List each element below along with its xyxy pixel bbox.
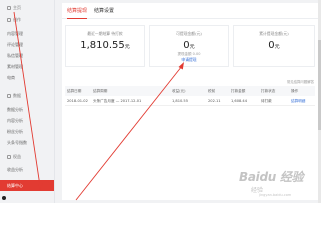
sidebar-item-13[interactable]: 收益分析	[0, 164, 54, 175]
card-value: 1,810.55元	[80, 40, 130, 51]
section-icon	[7, 6, 11, 10]
sidebar-item-11[interactable]: 头条号指数	[0, 137, 54, 148]
card-label: 可提现金额(元)	[176, 31, 202, 36]
sidebar-item-14[interactable]: 结算中心	[0, 180, 54, 191]
tab-settlement-withdraw[interactable]: 结算提现	[67, 3, 88, 19]
sidebar-item-label: 数据分析	[7, 107, 23, 112]
settlement-detail-link[interactable]: 结算明细	[291, 96, 305, 106]
sidebar-item-3[interactable]: 评论管理	[0, 39, 54, 50]
section-icon	[7, 94, 11, 98]
sidebar-item-label: 粉丝分析	[7, 129, 23, 134]
card-value: 0元	[183, 40, 195, 51]
cell-tax: 202.11	[208, 99, 221, 103]
corner-dot	[2, 196, 6, 200]
card-total-withdrawn: 累计提现金额(元) 0元	[233, 25, 315, 67]
sidebar-item-label: 头条号指数	[7, 140, 27, 145]
sidebar-item-5[interactable]: 素材管理	[0, 61, 54, 72]
sidebar-item-label: 数据	[13, 93, 21, 98]
sidebar-item-0[interactable]: 主页	[0, 2, 54, 13]
col-payout: 打款金额	[231, 89, 246, 93]
sidebar-item-6[interactable]: 电商	[0, 72, 54, 83]
sidebar-item-1[interactable]: 创作	[0, 14, 54, 25]
card-value: 0元	[268, 40, 280, 51]
table-row: 2018-01-02 头条广告月度 — 2017-12-01 1,810.55 …	[65, 96, 315, 106]
sidebar-item-label: 内容分析	[7, 118, 23, 123]
sidebar-item-label: 收益分析	[7, 167, 23, 172]
sidebar-item-label: 主页	[13, 5, 21, 10]
sidebar-item-label: 私信管理	[7, 53, 23, 58]
app-window: 主页创作内容管理评论管理私信管理素材管理电商数据数据分析内容分析粉丝分析头条号指…	[0, 0, 321, 203]
sidebar-item-4[interactable]: 私信管理	[0, 50, 54, 61]
settlement-table: 结算日期 结算周期 收益(元) 税前 打款金额 打款状态 操作 2018-01-…	[65, 86, 315, 106]
tab-bar: 结算提现 结算设置	[62, 3, 318, 19]
card-latest-settlement: 最近一期结算 待打款 1,810.55元	[65, 25, 145, 67]
sidebar-item-label: 素材管理	[7, 64, 23, 69]
col-date: 结算日期	[67, 89, 82, 93]
card-label: 最近一期结算 待打款	[87, 31, 123, 36]
sidebar-item-2[interactable]: 内容管理	[0, 28, 54, 39]
sidebar-item-label: 创作	[13, 17, 21, 22]
apply-withdraw-link[interactable]: 申请提现	[150, 57, 228, 63]
main-panel: 结算提现 结算设置 最近一期结算 待打款 1,810.55元 可提现金额(元) …	[62, 3, 318, 200]
col-tax: 税前	[208, 89, 216, 93]
cell-period: 头条广告月度 — 2017-12-01	[93, 99, 142, 103]
sidebar-item-label: 评论管理	[7, 42, 23, 47]
sidebar-item-label: 电商	[7, 75, 15, 80]
sidebar-item-8[interactable]: 数据分析	[0, 104, 54, 115]
card-label: 累计提现金额(元)	[259, 31, 289, 36]
col-income: 收益(元)	[172, 89, 186, 93]
faq-link[interactable]: 常见结算问题解答	[287, 79, 314, 84]
sidebar-item-label: 内容管理	[7, 31, 23, 36]
sidebar: 主页创作内容管理评论管理私信管理素材管理电商数据数据分析内容分析粉丝分析头条号指…	[0, 0, 55, 203]
section-icon	[7, 18, 11, 22]
cell-date: 2018-01-02	[67, 99, 88, 103]
col-status: 打款状态	[261, 89, 276, 93]
section-icon	[7, 155, 11, 159]
cell-status: 待打款	[261, 99, 272, 103]
sidebar-item-label: 权益	[13, 154, 21, 159]
col-period: 结算周期	[93, 89, 108, 93]
cell-income: 1,810.55	[172, 99, 189, 103]
table-header: 结算日期 结算周期 收益(元) 税前 打款金额 打款状态 操作	[65, 86, 315, 96]
tab-settlement-settings[interactable]: 结算设置	[94, 3, 114, 19]
sidebar-item-12[interactable]: 权益	[0, 151, 54, 162]
sidebar-item-label: 结算中心	[7, 183, 23, 188]
sidebar-item-9[interactable]: 内容分析	[0, 115, 54, 126]
sidebar-item-7[interactable]: 数据	[0, 90, 54, 101]
cell-payout: 1,608.44	[231, 99, 248, 103]
card-withdrawable: 可提现金额(元) 0元 提现金额 0.00 申请提现	[149, 25, 229, 67]
sidebar-item-10[interactable]: 粉丝分析	[0, 126, 54, 137]
col-action: 操作	[291, 89, 299, 93]
